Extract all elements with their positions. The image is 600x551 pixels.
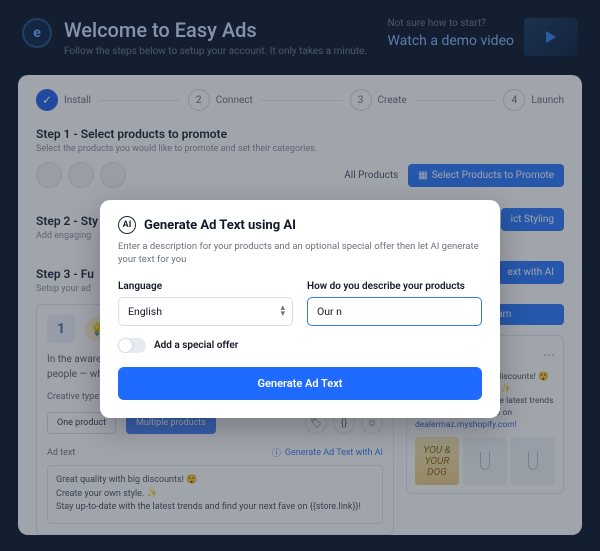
language-select[interactable] <box>118 297 293 326</box>
special-offer-toggle[interactable] <box>118 338 146 353</box>
chevron-updown-icon: ▴▾ <box>280 305 285 317</box>
ai-icon: AI <box>118 216 136 234</box>
toggle-label: Add a special offer <box>154 340 238 351</box>
language-label: Language <box>118 281 293 292</box>
description-input[interactable] <box>307 297 482 326</box>
modal-title: Generate Ad Text using AI <box>144 218 296 233</box>
modal-subtitle: Enter a description for your products an… <box>118 240 482 267</box>
description-label: How do you describe your products <box>307 281 482 292</box>
generate-button[interactable]: Generate Ad Text <box>118 367 482 400</box>
ai-text-modal: AI Generate Ad Text using AI Enter a des… <box>100 200 500 418</box>
